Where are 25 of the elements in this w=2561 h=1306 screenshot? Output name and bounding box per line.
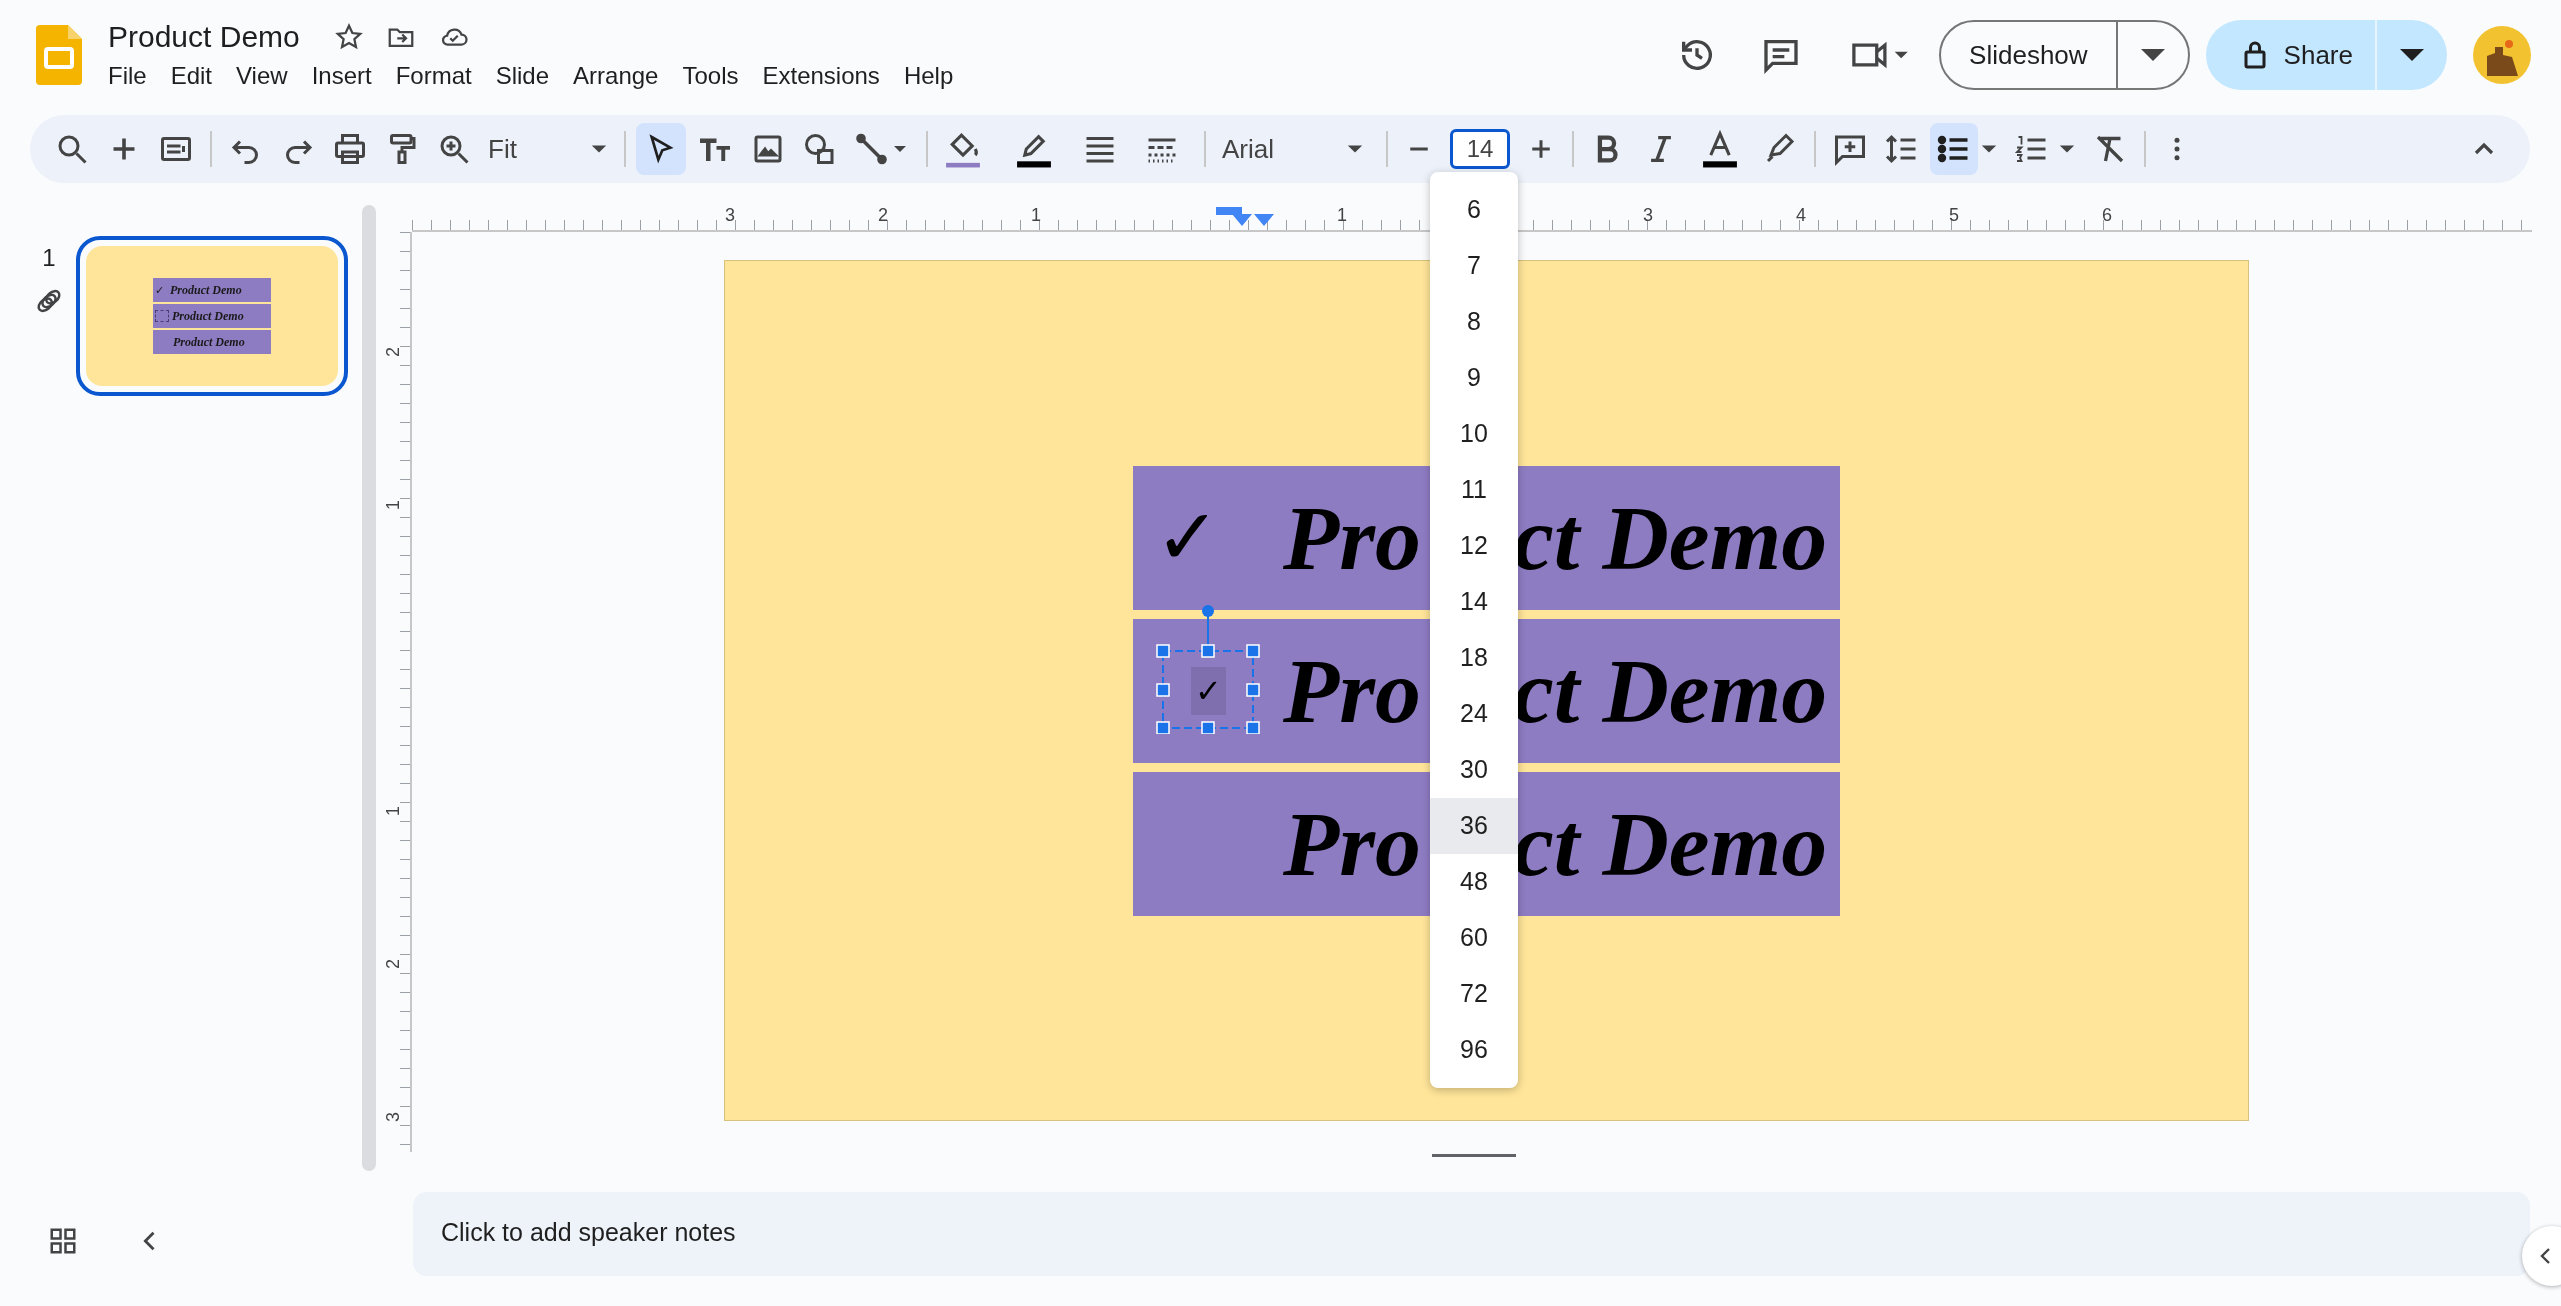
ruler-label: 4 xyxy=(1796,204,1806,227)
slide-title: ct Demo xyxy=(1512,491,1829,584)
ruler-label: 1 xyxy=(1031,204,1041,227)
ruler-label: 2 xyxy=(381,959,404,969)
ruler-label: 2 xyxy=(878,204,888,227)
slide-number: 1 xyxy=(42,243,56,273)
thumbnail-title: Product Demo xyxy=(172,308,244,325)
slide-title: Pro xyxy=(1283,644,1421,737)
thumbnail-title: Product Demo xyxy=(170,282,242,299)
check-mark: ✓ xyxy=(155,282,165,298)
ruler-label: 1 xyxy=(381,806,404,816)
ruler-label: 3 xyxy=(1643,204,1653,227)
slide-title: Pro xyxy=(1283,797,1421,890)
slide-title: Pro xyxy=(1283,491,1421,584)
check-mark: ✓ xyxy=(1191,666,1226,715)
ruler-label: 1 xyxy=(1337,204,1347,227)
ruler-label: 3 xyxy=(725,204,735,227)
ruler-label: 1 xyxy=(381,500,404,510)
ruler-label: 6 xyxy=(2102,204,2112,227)
ruler-label: 2 xyxy=(381,347,404,357)
ruler-label: 3 xyxy=(381,1112,404,1122)
ruler-label: 5 xyxy=(1949,204,1959,227)
thumbnail-title: Product Demo xyxy=(173,334,245,351)
check-mark: ✓ xyxy=(1155,492,1220,583)
slide-title: ct Demo xyxy=(1512,644,1829,737)
